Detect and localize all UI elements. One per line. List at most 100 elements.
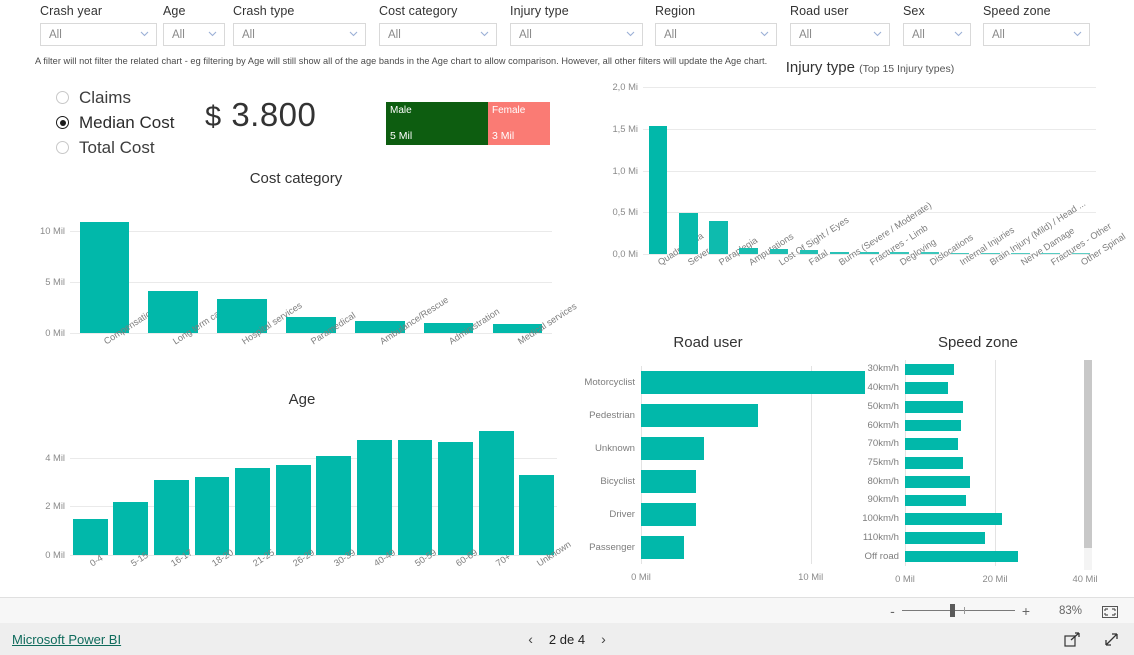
bar[interactable]	[648, 126, 668, 254]
bar[interactable]	[905, 494, 967, 507]
next-page-button[interactable]: ›	[601, 631, 606, 647]
fit-to-page-icon[interactable]	[1102, 605, 1118, 618]
bar[interactable]	[678, 213, 698, 254]
slicer-age[interactable]: Age All	[163, 4, 225, 46]
slicer-value-age: All	[172, 28, 185, 41]
bar[interactable]	[275, 465, 311, 555]
y-axis-tick-label: 60km/h	[867, 419, 899, 431]
y-axis-tick-label: 100km/h	[862, 513, 899, 525]
zoom-in-button[interactable]: +	[1022, 604, 1030, 618]
bar[interactable]	[905, 382, 948, 394]
bar[interactable]	[478, 431, 514, 555]
x-axis-tick-label: 20 Mil	[982, 573, 1008, 584]
slicer-dropdown-speed-zone[interactable]: All	[983, 23, 1090, 46]
zoom-control[interactable]: - +	[890, 604, 1030, 618]
gridline	[810, 366, 812, 564]
y-axis-tick-label: 4 Mil	[45, 451, 65, 463]
slicer-road-user[interactable]: Road user All	[790, 4, 890, 46]
slicer-dropdown-sex[interactable]: All	[903, 23, 971, 46]
bar[interactable]	[519, 474, 555, 555]
radio-option-total-cost[interactable]: Total Cost	[56, 135, 174, 160]
bar[interactable]	[709, 220, 728, 254]
slicer-crash-year[interactable]: Crash year All	[40, 4, 157, 46]
slicer-crash-type[interactable]: Crash type All	[233, 4, 366, 46]
y-axis-tick-label: Motorcyclist	[584, 376, 635, 388]
bar[interactable]	[905, 419, 961, 432]
bar[interactable]	[397, 439, 433, 555]
zoom-out-button[interactable]: -	[890, 604, 895, 618]
kpi-value: 3.800	[231, 96, 317, 133]
radio-option-claims[interactable]: Claims	[56, 85, 174, 110]
bar[interactable]	[905, 457, 964, 469]
gridline	[643, 87, 1096, 88]
bar[interactable]	[641, 403, 759, 428]
share-icon[interactable]	[1064, 631, 1081, 648]
slicer-dropdown-road-user[interactable]: All	[790, 23, 890, 46]
bar[interactable]	[316, 455, 352, 555]
y-axis-tick-label: Pedestrian	[589, 409, 635, 421]
chart-scrollbar[interactable]	[1084, 360, 1092, 570]
gridline	[70, 281, 552, 283]
bar[interactable]	[194, 477, 230, 555]
slicer-label-sex: Sex	[903, 4, 925, 18]
bar[interactable]	[641, 469, 697, 494]
fullscreen-icon[interactable]	[1103, 631, 1120, 648]
bar[interactable]	[641, 436, 704, 461]
y-axis-tick-label: 0,0 Mi	[612, 248, 638, 259]
median-cost-kpi: $ 3.800	[205, 96, 316, 134]
zoom-slider[interactable]	[901, 604, 1015, 617]
slicer-dropdown-age[interactable]: All	[163, 23, 225, 46]
radio-label-claims: Claims	[79, 87, 131, 107]
zoom-slider-thumb[interactable]	[949, 604, 955, 617]
powerbi-brand-link[interactable]: Microsoft Power BI	[12, 632, 121, 647]
kpi-currency-symbol: $	[205, 101, 222, 133]
slicer-value-region: All	[664, 28, 677, 41]
y-axis-tick-label: 75km/h	[867, 457, 899, 468]
bar[interactable]	[641, 535, 685, 560]
slicer-region[interactable]: Region All	[655, 4, 777, 46]
slicer-cost-category[interactable]: Cost category All	[379, 4, 497, 46]
radio-option-median-cost[interactable]: Median Cost	[56, 110, 174, 135]
bar[interactable]	[905, 532, 986, 544]
slicer-dropdown-crash-year[interactable]: All	[40, 23, 157, 46]
x-axis-tick-label: 0 Mil	[631, 571, 651, 582]
previous-page-button[interactable]: ‹	[528, 631, 533, 647]
bar[interactable]	[905, 401, 964, 413]
slicer-dropdown-crash-type[interactable]: All	[233, 23, 366, 46]
bar[interactable]	[113, 501, 149, 555]
gender-tile-male[interactable]: Male 5 Mil	[386, 102, 488, 145]
slicer-injury-type[interactable]: Injury type All	[510, 4, 643, 46]
bar[interactable]	[641, 370, 865, 395]
slicer-dropdown-region[interactable]: All	[655, 23, 777, 46]
gender-tile-name-male: Male	[390, 105, 412, 116]
bar[interactable]	[641, 502, 697, 527]
gridline	[70, 333, 552, 334]
bar[interactable]	[438, 442, 473, 555]
x-axis-tick-label: 40 Mil	[1072, 573, 1098, 584]
radio-dot-median-cost[interactable]	[56, 116, 69, 129]
bar[interactable]	[79, 222, 130, 333]
gender-tile-name-female: Female	[492, 105, 526, 116]
y-axis-tick-label: Bicyclist	[600, 475, 635, 487]
bar[interactable]	[72, 518, 108, 555]
chart-title-road-user: Road user	[673, 334, 743, 351]
slicer-dropdown-injury-type[interactable]: All	[510, 23, 643, 46]
slicer-dropdown-cost-category[interactable]: All	[379, 23, 497, 46]
bar[interactable]	[356, 439, 392, 555]
chevron-down-icon	[139, 26, 150, 44]
scrollbar-thumb[interactable]	[1084, 360, 1092, 548]
bar[interactable]	[905, 475, 970, 488]
slicer-sex[interactable]: Sex All	[903, 4, 971, 46]
radio-dot-total-cost[interactable]	[56, 141, 69, 154]
gender-tile-female[interactable]: Female 3 Mil	[488, 102, 550, 145]
radio-dot-claims[interactable]	[56, 91, 69, 104]
bar[interactable]	[154, 479, 189, 555]
bar[interactable]	[235, 467, 271, 555]
bar[interactable]	[905, 363, 954, 376]
bar[interactable]	[905, 513, 1002, 525]
slicer-value-injury-type: All	[519, 28, 532, 41]
bar[interactable]	[905, 438, 959, 451]
slicer-speed-zone[interactable]: Speed zone All	[983, 4, 1090, 46]
measure-selector[interactable]: Claims Median Cost Total Cost	[56, 85, 174, 160]
bar[interactable]	[905, 550, 1019, 563]
